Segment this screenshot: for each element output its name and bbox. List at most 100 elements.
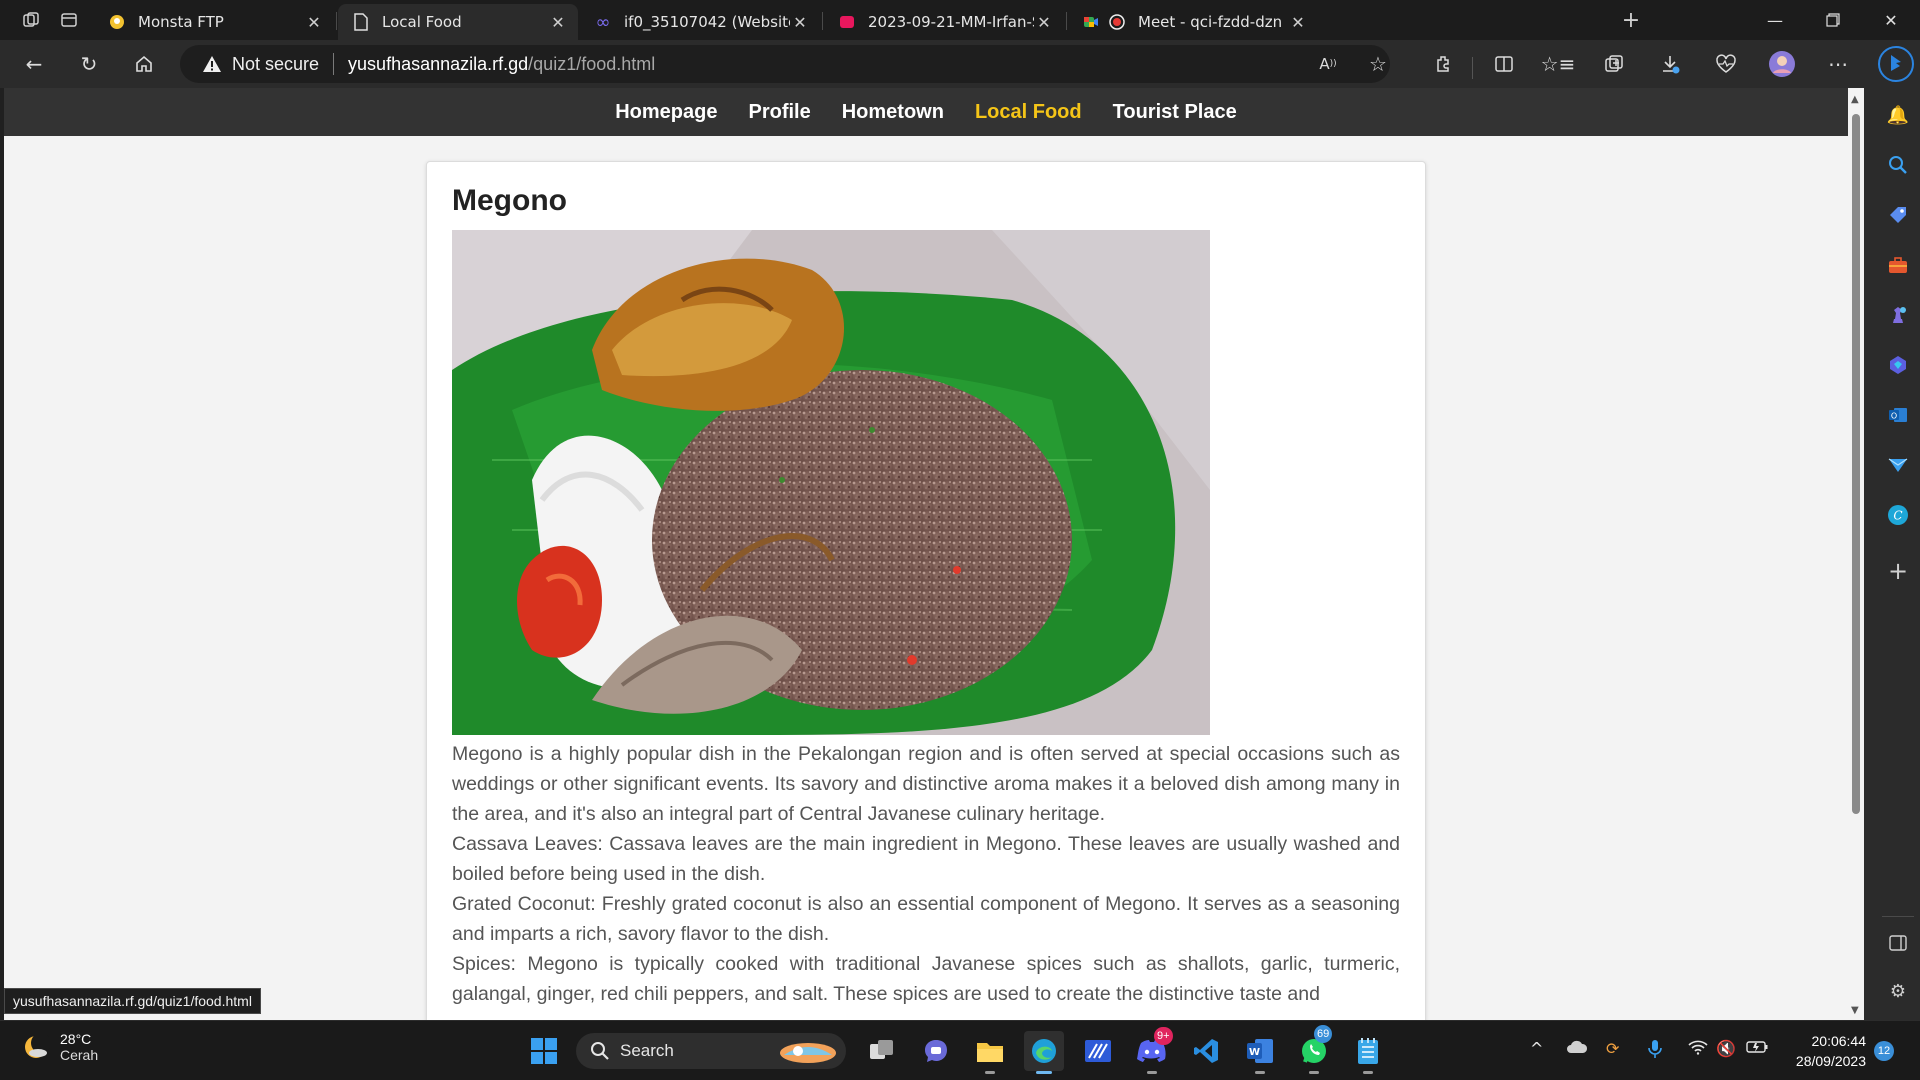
- tab-drive-file[interactable]: 2023-09-21-MM-Irfan-Subakti-E ✕: [824, 4, 1064, 40]
- search-highlight-icon: [780, 1043, 836, 1063]
- word-icon[interactable]: W: [1240, 1031, 1280, 1074]
- tab-meet[interactable]: Meet - qci-fzdd-dzn ✕: [1068, 4, 1318, 40]
- volume-muted-icon[interactable]: 🔇: [1716, 1039, 1736, 1058]
- home-icon[interactable]: [126, 46, 162, 82]
- workspaces-icon[interactable]: [14, 4, 48, 36]
- scroll-down-icon[interactable]: ▼: [1851, 1005, 1859, 1016]
- sidebar-settings-icon[interactable]: ⚙: [1885, 978, 1911, 1004]
- clock-date: 28/09/2023: [1795, 1053, 1866, 1069]
- nav-tourist-place[interactable]: Tourist Place: [1113, 101, 1237, 124]
- svg-text:W: W: [1249, 1047, 1260, 1058]
- discord-badge: 9+: [1154, 1027, 1173, 1045]
- outlook-icon[interactable]: O: [1885, 402, 1911, 428]
- search-icon: [591, 1042, 609, 1060]
- vscode-icon[interactable]: [1186, 1031, 1226, 1071]
- nav-homepage[interactable]: Homepage: [615, 101, 717, 124]
- copilot-icon[interactable]: [1876, 44, 1916, 84]
- link-status-tooltip: yusufhasannazila.rf.gd/quiz1/food.html: [4, 988, 261, 1014]
- tab-title: 2023-09-21-MM-Irfan-Subakti-E: [868, 13, 1034, 31]
- whatsapp-badge: 69: [1314, 1025, 1333, 1043]
- search-label: Search: [620, 1041, 674, 1060]
- app-linear-icon[interactable]: [1078, 1031, 1118, 1071]
- browser-toolbar: ← ↻ Not secure yusufhasannazila.rf.gd/qu…: [0, 40, 1920, 88]
- description-paragraph: Megono is a highly popular dish in the P…: [452, 743, 1400, 825]
- notepad-icon[interactable]: [1348, 1031, 1388, 1074]
- file-explorer-icon[interactable]: [970, 1031, 1010, 1074]
- recording-icon: [1108, 13, 1126, 31]
- taskbar-clock[interactable]: 20:06:44 28/09/2023: [1782, 1031, 1866, 1071]
- megono-food-image: [452, 230, 1210, 735]
- taskbar-search[interactable]: Search: [576, 1033, 846, 1069]
- weather-widget[interactable]: 28°C Cerah: [22, 1031, 98, 1063]
- warning-icon[interactable]: [202, 55, 222, 73]
- teams-chat-icon[interactable]: [916, 1031, 956, 1071]
- microsoft-365-icon[interactable]: [1885, 352, 1911, 378]
- close-tab-icon[interactable]: ✕: [790, 13, 810, 32]
- nav-profile[interactable]: Profile: [748, 101, 810, 124]
- drive-icon: [838, 13, 856, 31]
- show-hidden-icons[interactable]: ^: [1530, 1039, 1543, 1058]
- back-icon[interactable]: ←: [16, 46, 52, 82]
- weather-temp: 28°C: [60, 1031, 92, 1047]
- tab-title: Monsta FTP: [138, 13, 224, 31]
- wifi-icon[interactable]: [1688, 1039, 1708, 1059]
- onedrive-icon[interactable]: [1566, 1039, 1588, 1059]
- start-button[interactable]: [524, 1031, 564, 1071]
- downloads-icon[interactable]: [1652, 46, 1688, 82]
- more-options-icon[interactable]: ⋯: [1820, 46, 1856, 82]
- canva-icon[interactable]: C: [1885, 502, 1911, 528]
- browser-essentials-icon[interactable]: [1708, 46, 1744, 82]
- games-chess-icon[interactable]: [1885, 302, 1911, 328]
- close-tab-icon[interactable]: ✕: [304, 13, 324, 32]
- minimize-icon[interactable]: —: [1752, 0, 1798, 40]
- search-icon[interactable]: [1885, 152, 1911, 178]
- tools-briefcase-icon[interactable]: [1885, 252, 1911, 278]
- nav-local-food[interactable]: Local Food: [975, 101, 1082, 124]
- scrollbar-thumb[interactable]: [1852, 114, 1860, 814]
- extensions-icon[interactable]: [1426, 46, 1462, 82]
- close-tab-icon[interactable]: ✕: [548, 13, 568, 32]
- favorite-star-icon[interactable]: ☆: [1360, 46, 1396, 82]
- tab-infinityfree[interactable]: ∞ if0_35107042 (Website for yusufh ✕: [580, 4, 820, 40]
- shopping-tag-icon[interactable]: [1885, 202, 1911, 228]
- edge-sidebar: 🔔 O C + ⚙: [1876, 88, 1920, 1020]
- url-path: /quiz1/food.html: [528, 53, 656, 74]
- notification-center-badge[interactable]: 12: [1874, 1041, 1894, 1061]
- microphone-icon[interactable]: [1648, 1039, 1662, 1063]
- new-tab-icon[interactable]: +: [1614, 4, 1648, 36]
- task-view-icon[interactable]: [862, 1031, 902, 1071]
- tab-monsta-ftp[interactable]: Monsta FTP ✕: [94, 4, 334, 40]
- address-bar[interactable]: Not secure yusufhasannazila.rf.gd/quiz1/…: [180, 45, 1390, 83]
- refresh-icon[interactable]: ↻: [71, 46, 107, 82]
- meet-icon: [1082, 13, 1100, 31]
- site-nav: Homepage Profile Hometown Local Food Tou…: [4, 88, 1848, 136]
- page-icon: [352, 13, 370, 31]
- tab-local-food[interactable]: Local Food ✕: [338, 4, 578, 40]
- discord-icon[interactable]: 9+: [1132, 1027, 1173, 1074]
- monsta-ftp-icon: [108, 13, 126, 31]
- notifications-bell-icon[interactable]: 🔔: [1885, 102, 1911, 128]
- page-title: Megono: [452, 184, 567, 217]
- page-scrollbar[interactable]: ▲ ▼: [1848, 88, 1864, 1020]
- scroll-up-icon[interactable]: ▲: [1851, 94, 1859, 105]
- add-sidebar-app-icon[interactable]: +: [1885, 557, 1911, 585]
- profile-avatar[interactable]: [1764, 46, 1800, 82]
- tab-actions-icon[interactable]: [52, 4, 86, 36]
- security-label[interactable]: Not secure: [232, 54, 319, 75]
- whatsapp-icon[interactable]: 69: [1294, 1025, 1334, 1074]
- edge-app-icon[interactable]: [1024, 1031, 1064, 1074]
- nav-hometown[interactable]: Hometown: [842, 101, 944, 124]
- read-aloud-icon[interactable]: A)): [1310, 46, 1346, 82]
- infinityfree-icon: ∞: [595, 11, 611, 33]
- sync-icon[interactable]: ⟳: [1606, 1039, 1619, 1058]
- hide-sidebar-icon[interactable]: [1885, 930, 1911, 956]
- send-drop-icon[interactable]: [1885, 452, 1911, 478]
- close-tab-icon[interactable]: ✕: [1288, 13, 1308, 32]
- collections-icon[interactable]: [1596, 46, 1632, 82]
- close-window-icon[interactable]: ✕: [1868, 0, 1914, 40]
- favorites-icon[interactable]: ☆≡: [1540, 46, 1576, 82]
- close-tab-icon[interactable]: ✕: [1034, 13, 1054, 32]
- battery-icon[interactable]: [1746, 1039, 1768, 1058]
- split-screen-icon[interactable]: [1486, 46, 1522, 82]
- restore-icon[interactable]: [1810, 0, 1856, 40]
